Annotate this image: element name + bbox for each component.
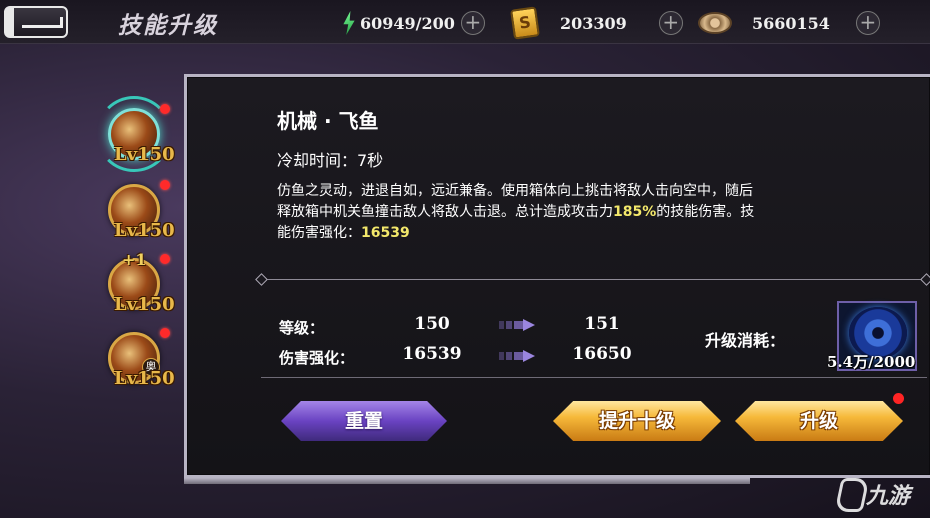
damage-current: 16539	[402, 344, 462, 364]
skill-level: Lv150	[114, 144, 175, 165]
coin-value: 5660154	[752, 13, 830, 33]
add-gold-button[interactable]: +	[658, 11, 683, 35]
skill-slot-4[interactable]: 奥 Lv150	[96, 328, 188, 396]
damage-bonus-value: 16539	[361, 225, 410, 241]
skill-description: 仿鱼之灵动，进退自如，远近兼备。使用箱体向上挑击将敌人击向空中，随后 释放箱中机…	[277, 181, 930, 244]
arrow-icon	[499, 350, 535, 362]
skill-slot-1[interactable]: Lv150	[96, 96, 188, 172]
level-current: 150	[414, 314, 450, 334]
panel-edge	[184, 478, 750, 484]
damage-percent: 185%	[613, 204, 657, 220]
energy-value: 60949/200	[360, 13, 455, 33]
coin-icon	[698, 12, 732, 34]
add-coin-button[interactable]: +	[855, 11, 880, 35]
divider	[261, 377, 927, 378]
cost-label: 升级消耗：	[705, 331, 786, 350]
cooldown-text: 冷却时间：7秒	[277, 151, 384, 170]
gold-value: 203309	[560, 13, 627, 33]
level-next: 151	[584, 314, 620, 334]
material-count: 5.4万/2000	[827, 353, 916, 371]
damage-label: 伤害强化：	[279, 349, 355, 367]
page-title: 技能升级	[118, 13, 218, 39]
skill-detail-panel: 机械 · 飞鱼 冷却时间：7秒 仿鱼之灵动，进退自如，远近兼备。使用箱体向上挑击…	[184, 74, 930, 478]
watermark-text: 九游	[866, 484, 911, 509]
notification-dot	[160, 104, 170, 114]
arrow-icon	[499, 319, 535, 331]
notification-dot	[893, 393, 904, 404]
back-arrow-icon[interactable]	[4, 6, 68, 38]
divider	[261, 279, 927, 280]
level-label: 等级：	[279, 319, 325, 337]
lightning-icon	[343, 11, 355, 35]
desc-line-3: 能伤害强化：16539	[277, 225, 410, 241]
upgrade-ten-button[interactable]: 提升十级	[553, 401, 721, 441]
notification-dot	[160, 328, 170, 338]
desc-line-2: 释放箱中机关鱼撞击敌人将敌人击退。总计造成攻击力185%的技能伤害。技	[277, 204, 755, 220]
damage-next: 16650	[572, 344, 632, 364]
jiuyou-logo-icon	[834, 478, 870, 512]
skill-slot-2[interactable]: Lv150	[96, 180, 188, 248]
skill-level: Lv150	[114, 368, 175, 389]
add-energy-button[interactable]: +	[460, 11, 485, 35]
skill-bonus: +1	[122, 250, 147, 269]
skill-level: Lv150	[114, 294, 175, 315]
desc-line-1: 仿鱼之灵动，进退自如，远近兼备。使用箱体向上挑击将敌人击向空中，随后	[277, 183, 753, 199]
coin-resource: 5660154 +	[698, 10, 880, 36]
notification-dot	[160, 180, 170, 190]
gold-card-icon: S	[510, 6, 540, 40]
skill-slot-3[interactable]: +1 Lv150	[96, 250, 188, 322]
skill-level: Lv150	[114, 220, 175, 241]
top-bar: 技能升级 60949/200 + S 203309 + 5660154 +	[0, 0, 930, 44]
notification-dot	[160, 254, 170, 264]
energy-resource: 60949/200 +	[342, 10, 485, 36]
gold-resource: S 203309 +	[510, 6, 683, 40]
skill-name: 机械 · 飞鱼	[277, 109, 379, 133]
upgrade-button[interactable]: 升级	[735, 401, 903, 441]
reset-button[interactable]: 重置	[281, 401, 447, 441]
